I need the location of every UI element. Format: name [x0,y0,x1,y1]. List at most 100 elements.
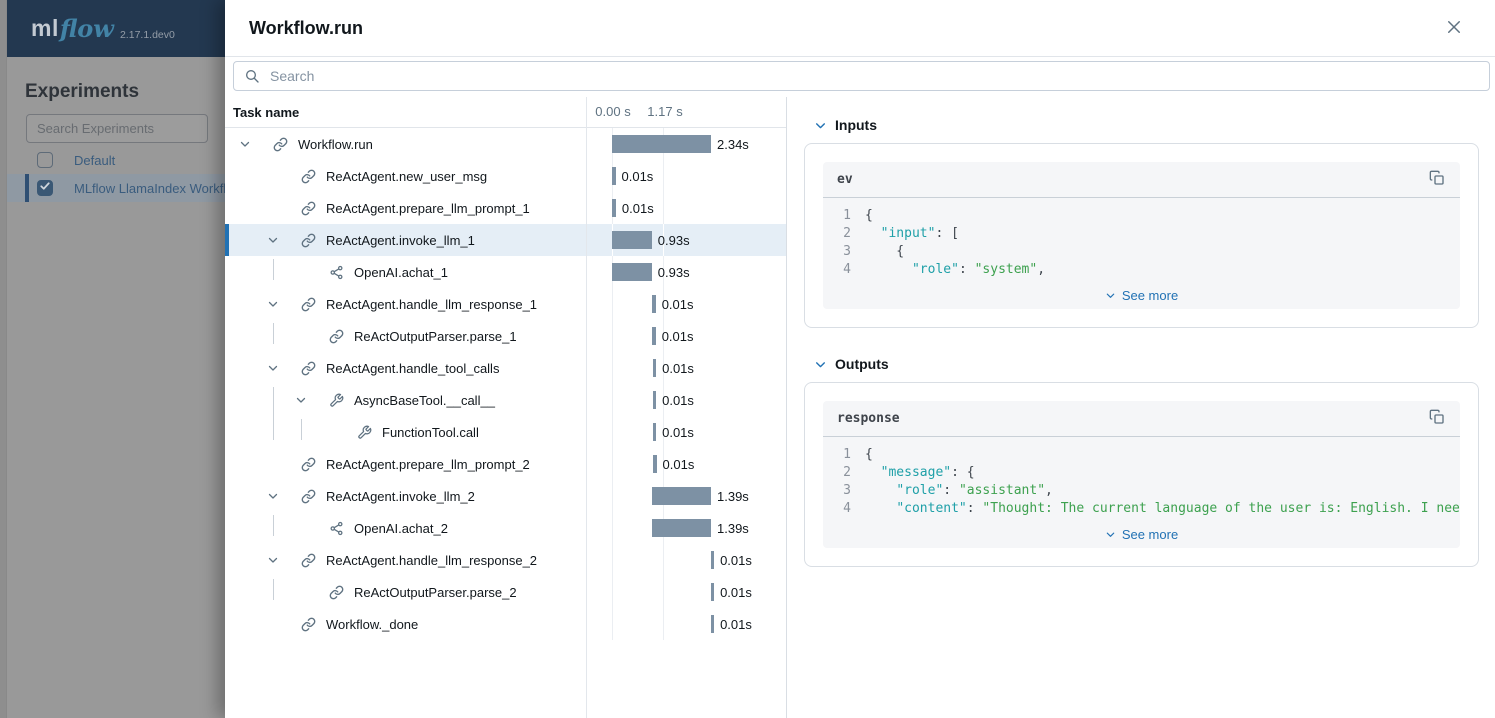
task-row[interactable]: AsyncBaseTool.__call__0.01s [225,384,786,416]
task-row[interactable]: Workflow.run2.34s [225,128,786,160]
expand-chevron-icon[interactable] [293,392,309,408]
tree-indent-guide [273,387,274,440]
timeline-cell: 0.01s [586,608,787,640]
experiment-row[interactable]: Default [7,146,225,174]
task-row[interactable]: FunctionTool.call0.01s [225,416,786,448]
mlflow-trace-screen: Experiments DefaultMLflow LlamaIndex Wor… [0,0,1495,718]
task-name-label: OpenAI.achat_2 [354,521,448,536]
task-name-cell: ReActAgent.handle_tool_calls [225,352,586,384]
experiment-label[interactable]: Default [74,153,115,168]
trace-search-input[interactable] [233,61,1490,91]
duration-label: 0.01s [720,608,752,640]
experiment-checkbox[interactable] [37,152,53,168]
see-more-link[interactable]: See more [823,520,1460,548]
line-number: 2 [823,225,851,243]
task-row[interactable]: ReActAgent.invoke_llm_21.39s [225,480,786,512]
duration-label: 0.01s [622,192,654,224]
chevron-spacer [265,616,281,632]
link-icon [328,584,344,600]
code-text: "input": [ [865,225,959,243]
chevron-down-icon [814,358,827,371]
span-detail-pane: Inputsev1{2 "input": [3 {4 "role": "syst… [787,97,1495,718]
timeline-cell: 0.01s [586,320,787,352]
expand-chevron-icon[interactable] [265,488,281,504]
experiment-row[interactable]: MLflow LlamaIndex Workflow [7,174,225,202]
tree-indent-guide [273,515,274,536]
expand-chevron-icon[interactable] [265,232,281,248]
task-row[interactable]: ReActOutputParser.parse_1 0.01s [225,320,786,352]
timeline-cell: 0.01s [586,384,787,416]
duration-label: 1.39s [717,512,749,544]
section-title: Outputs [835,356,889,372]
drawer-title: Workflow.run [249,18,1443,39]
duration-bar [653,455,657,473]
timeline-cell: 1.39s [586,480,787,512]
expand-chevron-icon[interactable] [237,136,253,152]
link-icon [300,616,316,632]
experiment-checkbox[interactable] [37,180,53,196]
task-row[interactable]: OpenAI.achat_2 1.39s [225,512,786,544]
code-text: "message": { [865,464,975,482]
copy-button[interactable] [1427,407,1447,430]
task-row[interactable]: Workflow._done0.01s [225,608,786,640]
timeline-cell: 0.93s [586,256,787,288]
task-name-cell: ReActAgent.invoke_llm_1 [225,224,586,256]
task-row[interactable]: ReActAgent.prepare_llm_prompt_1 0.01s [225,192,786,224]
section-header[interactable]: Outputs [814,356,1479,372]
code-block-header: response [823,401,1460,437]
mlflow-logo-flow: flow [60,14,114,43]
code-block: response1{2 "message": {3 "role": "assis… [823,401,1460,548]
task-name-cell: ReActAgent.new_user_msg [225,160,586,192]
task-name-cell: ReActOutputParser.parse_2 [225,576,586,608]
see-more-link[interactable]: See more [823,281,1460,309]
duration-label: 0.01s [622,160,654,192]
task-row[interactable]: ReActAgent.invoke_llm_10.93s [225,224,786,256]
task-row[interactable]: ReActOutputParser.parse_20.01s [225,576,786,608]
link-icon [300,552,316,568]
task-name-label: ReActOutputParser.parse_1 [354,329,517,344]
section-header[interactable]: Inputs [814,117,1479,133]
code-line: 1{ [823,446,1460,464]
chevron-spacer [293,328,309,344]
section-title: Inputs [835,117,877,133]
task-name-cell: AsyncBaseTool.__call__ [225,384,586,416]
duration-label: 0.01s [662,288,694,320]
column-divider [586,97,587,718]
duration-label: 0.01s [720,544,752,576]
window-edge [0,0,7,718]
code-line: 4 "content": "Thought: The current langu… [823,500,1460,518]
network-icon [328,264,344,280]
task-name-label: ReActAgent.prepare_llm_prompt_1 [326,201,530,216]
expand-chevron-icon[interactable] [265,360,281,376]
expand-chevron-icon[interactable] [265,296,281,312]
duration-label: 0.93s [658,256,690,288]
task-name-label: ReActOutputParser.parse_2 [354,585,517,600]
expand-chevron-icon[interactable] [265,552,281,568]
line-number: 3 [823,482,851,500]
task-name-label: FunctionTool.call [382,425,479,440]
task-name-label: OpenAI.achat_1 [354,265,448,280]
copy-button[interactable] [1427,168,1447,191]
code-block-header: ev [823,162,1460,198]
task-row[interactable]: ReActAgent.handle_llm_response_20.01s [225,544,786,576]
timeline-cell: 0.01s [586,160,787,192]
task-name-label: ReActAgent.prepare_llm_prompt_2 [326,457,530,472]
mlflow-logo: ml [31,15,59,42]
duration-bar [652,487,711,505]
see-more-label: See more [1122,527,1178,542]
task-row[interactable]: ReActAgent.handle_llm_response_10.01s [225,288,786,320]
experiment-label[interactable]: MLflow LlamaIndex Workflow [74,181,225,196]
task-row[interactable]: ReActAgent.prepare_llm_prompt_20.01s [225,448,786,480]
code-card: response1{2 "message": {3 "role": "assis… [804,382,1479,567]
task-name-label: Workflow.run [298,137,373,152]
code-block-title: ev [837,172,1427,187]
network-icon [328,520,344,536]
close-button[interactable] [1443,16,1465,41]
chevron-spacer [293,520,309,536]
line-number: 4 [823,261,851,279]
task-row[interactable]: OpenAI.achat_1 0.93s [225,256,786,288]
task-row[interactable]: ReActAgent.new_user_msg 0.01s [225,160,786,192]
experiments-search-input[interactable] [26,114,208,143]
task-row[interactable]: ReActAgent.handle_tool_calls0.01s [225,352,786,384]
code-line: 1{ [823,207,1460,225]
